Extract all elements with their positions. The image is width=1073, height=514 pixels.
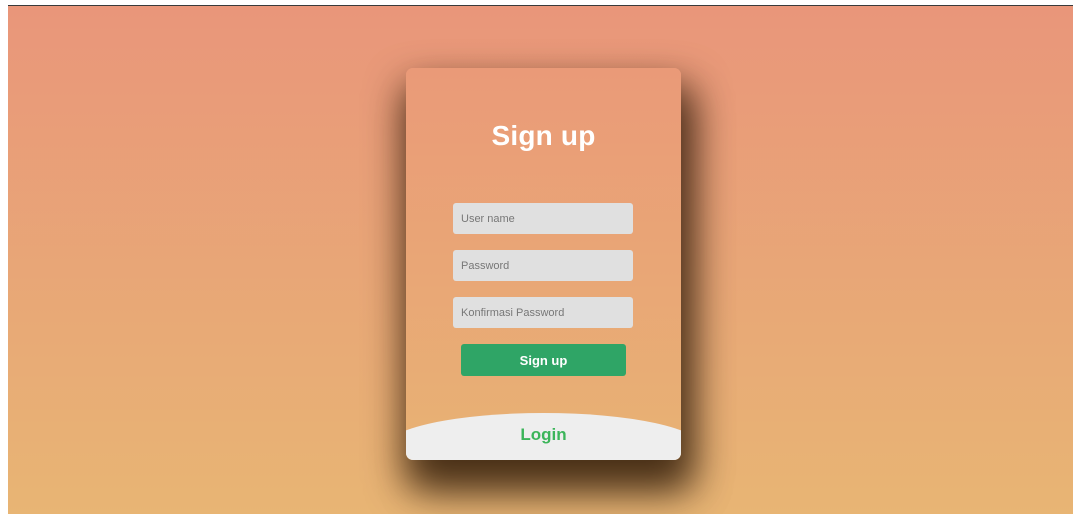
password-input[interactable] [453,250,633,281]
username-input[interactable] [453,203,633,234]
confirm-password-input[interactable] [453,297,633,328]
signup-card: Sign up Sign up Login [406,68,681,460]
page-title: Sign up [491,120,596,151]
signup-button[interactable]: Sign up [461,344,626,376]
login-link[interactable]: Login [406,425,681,445]
